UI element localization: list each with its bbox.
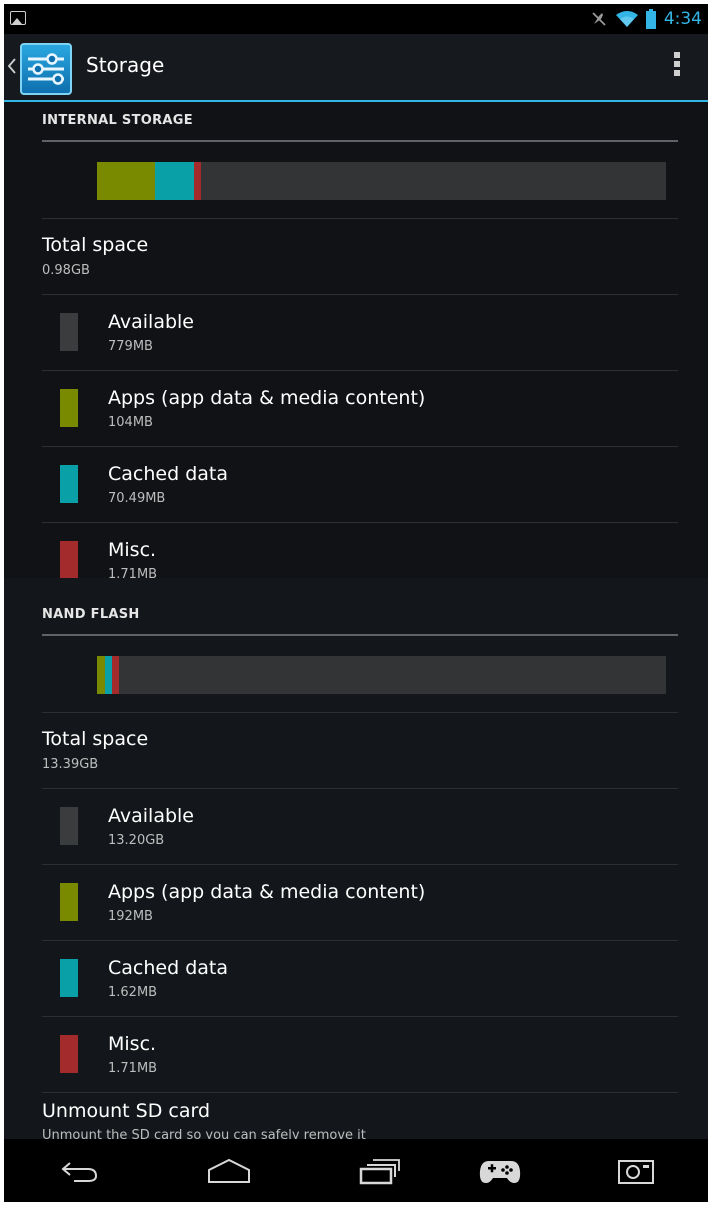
bar-segment-cached: [104, 656, 112, 694]
color-swatch-cached: [60, 959, 78, 997]
divider: [42, 522, 678, 523]
bar-segment-apps: [97, 162, 156, 200]
bar-segment-cached: [155, 162, 195, 200]
item-label: Cached data: [108, 957, 228, 979]
item-value: 104MB: [108, 415, 153, 430]
item-value: 70.49MB: [108, 491, 166, 506]
item-label: Apps (app data & media content): [108, 881, 426, 903]
total-space-value: 0.98GB: [42, 263, 90, 278]
unmount-title: Unmount SD card: [42, 1100, 211, 1122]
status-bar: 4:34: [4, 4, 708, 34]
gallery-notification-icon: [10, 11, 26, 25]
clock: 4:34: [663, 9, 702, 29]
item-label: Cached data: [108, 463, 228, 485]
divider: [42, 1016, 678, 1017]
divider: [42, 940, 678, 941]
action-bar: Storage: [4, 34, 708, 102]
storage-usage-bar: [97, 656, 666, 694]
muted-icon: [592, 12, 606, 26]
item-label: Apps (app data & media content): [108, 387, 426, 409]
color-swatch-misc: [60, 1035, 78, 1073]
color-swatch-available: [60, 807, 78, 845]
divider: [42, 370, 678, 371]
bar-segment-misc: [194, 162, 202, 200]
bar-segment-apps: [97, 656, 105, 694]
unmount-subtitle: Unmount the SD card so you can safely re…: [42, 1128, 366, 1139]
divider: [42, 446, 678, 447]
up-navigation-chevron-icon[interactable]: [8, 58, 16, 74]
item-label: Available: [108, 311, 195, 333]
overflow-menu-icon[interactable]: [674, 52, 682, 84]
color-swatch-available: [60, 313, 78, 351]
color-swatch-cached: [60, 465, 78, 503]
divider: [42, 788, 678, 789]
divider: [42, 864, 678, 865]
divider: [42, 712, 678, 713]
storage-list: INTERNAL STORAGE Total space 0.98GB Avai…: [4, 102, 708, 1139]
screenshot-icon[interactable]: [586, 1139, 686, 1202]
item-label: Available: [108, 805, 195, 827]
navigation-bar: [4, 1139, 708, 1202]
item-value: 192MB: [108, 909, 153, 924]
divider: [42, 218, 678, 219]
section-header: INTERNAL STORAGE: [42, 102, 678, 142]
total-space-label: Total space: [42, 728, 149, 750]
bar-segment-misc: [111, 656, 119, 694]
home-icon[interactable]: [179, 1139, 279, 1202]
recent-apps-icon[interactable]: [330, 1139, 430, 1202]
battery-icon: [645, 9, 656, 29]
settings-sliders-icon[interactable]: [20, 43, 72, 95]
color-swatch-apps: [60, 389, 78, 427]
status-icons: 4:34: [590, 4, 702, 34]
color-swatch-apps: [60, 883, 78, 921]
item-label: Misc.: [108, 1033, 157, 1055]
total-space-label: Total space: [42, 234, 149, 256]
back-icon[interactable]: [30, 1139, 130, 1202]
game-controller-icon[interactable]: [450, 1139, 550, 1202]
color-swatch-misc: [60, 541, 78, 579]
page-title: Storage: [86, 53, 165, 77]
divider: [42, 1092, 678, 1093]
item-value: 13.20GB: [108, 833, 165, 848]
item-value: 1.62MB: [108, 985, 158, 1000]
divider: [42, 294, 678, 295]
item-value: 1.71MB: [108, 1061, 158, 1076]
wifi-icon: [615, 11, 638, 27]
storage-usage-bar: [97, 162, 666, 200]
screen: 4:34 Storage INTERNAL STORAGE Total spac…: [4, 4, 708, 1202]
section-header: NAND FLASH: [42, 596, 678, 636]
item-label: Misc.: [108, 539, 157, 561]
section-nand-flash: NAND FLASH Total space 13.39GB Available…: [4, 578, 708, 1139]
item-value: 779MB: [108, 339, 153, 354]
total-space-value: 13.39GB: [42, 757, 99, 772]
